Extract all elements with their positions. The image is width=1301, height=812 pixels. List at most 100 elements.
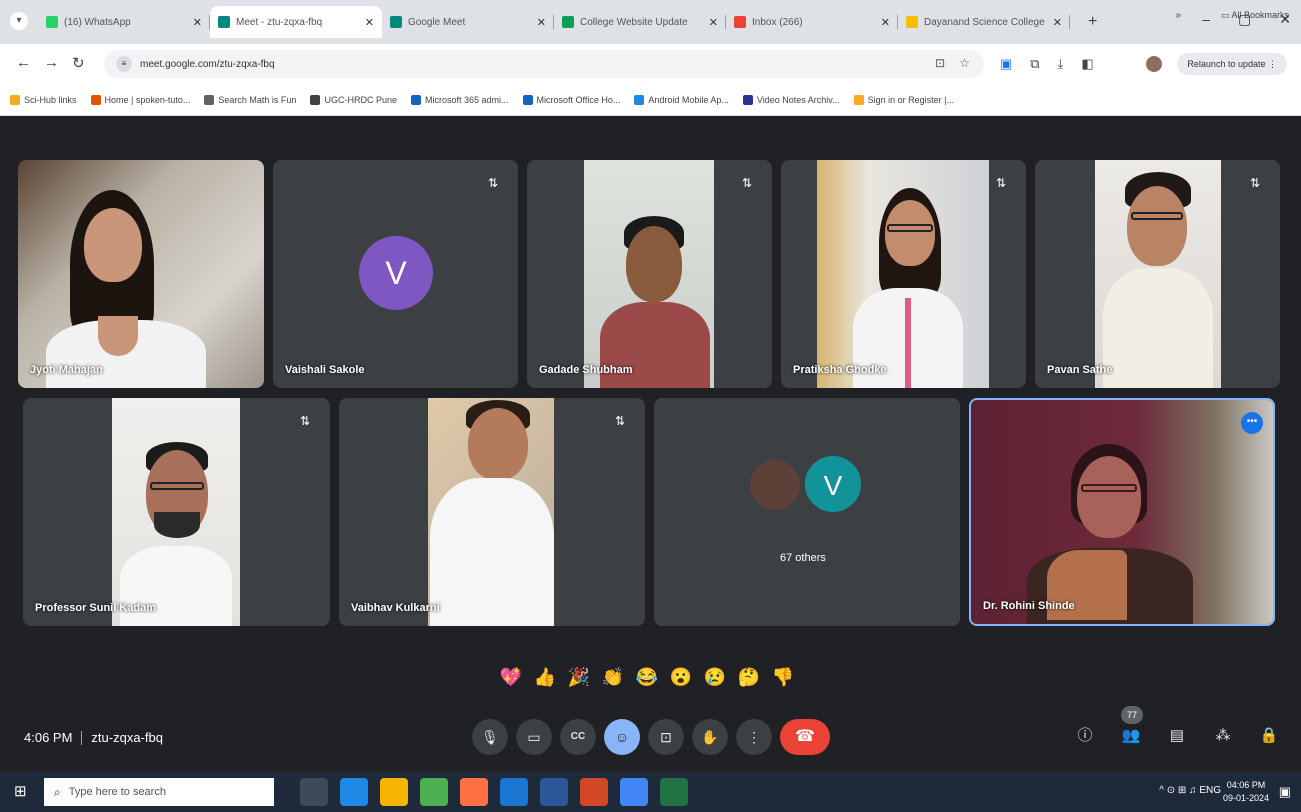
bookmark-item[interactable]: Android Mobile Ap... xyxy=(634,94,729,105)
pin-icon[interactable]: ⇅ xyxy=(488,176,498,190)
camera-button[interactable]: ▭ xyxy=(516,719,552,755)
bookmark-item[interactable]: Home | spoken-tuto... xyxy=(90,94,191,105)
meeting-info: 4:06 PM ztu-zqxa-fbq xyxy=(24,730,163,745)
participant-name: Pavan Sathe xyxy=(1047,364,1113,376)
host-controls-icon[interactable]: 🔒 xyxy=(1257,724,1281,748)
bookmark-favicon xyxy=(310,94,321,105)
taskbar-app-icon[interactable] xyxy=(420,778,448,806)
taskbar-clock[interactable]: 04:06 PM 09-01-2024 xyxy=(1223,779,1269,805)
taskbar-app-icon[interactable] xyxy=(340,778,368,806)
bookmark-star-icon[interactable]: ☆ xyxy=(959,56,970,70)
taskbar-app-icon[interactable] xyxy=(300,778,328,806)
bookmark-item[interactable]: Video Notes Archiv... xyxy=(742,94,840,105)
people-icon[interactable]: 👥 77 xyxy=(1119,706,1143,748)
reactions-button[interactable]: ☺ xyxy=(604,719,640,755)
microphone-button[interactable]: 🎙 xyxy=(472,719,508,755)
taskbar-app-icon[interactable] xyxy=(660,778,688,806)
taskbar-search[interactable]: ⌕ Type here to search xyxy=(44,778,274,806)
raise-hand-button[interactable]: ✋ xyxy=(692,719,728,755)
bookmark-item[interactable]: Search Math is Fun xyxy=(204,94,296,105)
reaction-emoji[interactable]: 😂 xyxy=(634,664,660,690)
present-button[interactable]: ⊡ xyxy=(648,719,684,755)
taskbar-app-icon[interactable] xyxy=(540,778,568,806)
relaunch-button[interactable]: Relaunch to update ⋮ xyxy=(1177,53,1287,75)
participant-tile[interactable]: ⇅ Pavan Sathe xyxy=(1035,160,1280,388)
tab-close-icon[interactable]: ✕ xyxy=(881,16,890,29)
reaction-emoji[interactable]: 💖 xyxy=(498,664,524,690)
participant-tile[interactable]: ⇅ Pratiksha Ghodke xyxy=(781,160,1026,388)
tab-close-icon[interactable]: ✕ xyxy=(1053,16,1062,29)
participant-figure xyxy=(1027,444,1193,624)
participant-tile[interactable]: ⇅ Vaibhav Kulkarni xyxy=(339,398,645,626)
address-bar[interactable]: ≡ meet.google.com/ztu-zqxa-fbq ⊡ ☆ xyxy=(104,50,984,78)
bookmark-item[interactable]: UGC-HRDC Pune xyxy=(310,94,397,105)
captions-button[interactable]: CC xyxy=(560,719,596,755)
others-tile[interactable]: V 67 others xyxy=(654,398,960,626)
reaction-emoji[interactable]: 👏 xyxy=(600,664,626,690)
system-tray[interactable]: ^ ⊙ ⊞ ♫ ENG xyxy=(1159,785,1221,796)
participant-tile-self[interactable]: ••• Dr. Rohini Shinde xyxy=(969,398,1275,626)
tab-close-icon[interactable]: ✕ xyxy=(365,16,374,29)
activities-icon[interactable]: ⁂ xyxy=(1211,724,1235,748)
tab-close-icon[interactable]: ✕ xyxy=(709,16,718,29)
taskbar-app-icon[interactable] xyxy=(380,778,408,806)
bookmark-item[interactable]: Sci-Hub links xyxy=(10,94,77,105)
participant-tile[interactable]: Jyoti Mahajan xyxy=(18,160,264,388)
participant-tile[interactable]: ⇅ Gadade Shubham xyxy=(527,160,772,388)
windows-start-icon[interactable]: ⊞ xyxy=(14,784,30,800)
browser-tab[interactable]: Meet - ztu-zqxa-fbq ✕ xyxy=(210,6,382,38)
browser-tab[interactable]: Inbox (266) ✕ xyxy=(726,6,898,38)
back-icon[interactable]: ← xyxy=(16,54,31,71)
pin-icon[interactable]: ⇅ xyxy=(615,414,625,428)
all-bookmarks-button[interactable]: ▭ All Bookmarks xyxy=(1221,10,1289,21)
participant-tile[interactable]: V ⇅ Vaishali Sakole xyxy=(273,160,518,388)
bookmark-item[interactable]: Microsoft Office Ho... xyxy=(522,94,620,105)
pin-icon[interactable]: ⇅ xyxy=(1250,176,1260,190)
extension-icon[interactable]: ▣ xyxy=(1000,56,1012,72)
notifications-icon[interactable]: ▣ xyxy=(1279,784,1291,800)
reaction-emoji[interactable]: 😮 xyxy=(668,664,694,690)
browser-tab[interactable]: College Website Update ✕ xyxy=(554,6,726,38)
install-app-icon[interactable]: ⊡ xyxy=(935,56,945,70)
site-info-icon[interactable]: ≡ xyxy=(116,56,132,72)
reaction-emoji[interactable]: 👍 xyxy=(532,664,558,690)
taskbar-app-icon[interactable] xyxy=(620,778,648,806)
extensions-puzzle-icon[interactable]: ⧉ xyxy=(1030,56,1039,72)
tab-close-icon[interactable]: ✕ xyxy=(193,16,202,29)
bookmark-item[interactable]: Microsoft 365 admi... xyxy=(410,94,509,105)
tile-options-button[interactable]: ••• xyxy=(1241,412,1263,434)
taskbar-app-icon[interactable] xyxy=(500,778,528,806)
download-icon[interactable]: ⤓ xyxy=(1058,56,1064,72)
bookmark-label: Home | spoken-tuto... xyxy=(104,94,191,105)
browser-tab[interactable]: Dayanand Science College ✕ xyxy=(898,6,1070,38)
end-call-button[interactable]: ☎ xyxy=(780,719,830,755)
taskbar-time: 04:06 PM xyxy=(1226,780,1266,790)
minimize-icon[interactable]: – xyxy=(1202,11,1210,28)
reaction-emoji[interactable]: 👎 xyxy=(770,664,796,690)
taskbar-app-icon[interactable] xyxy=(460,778,488,806)
meeting-details-icon[interactable]: ⓘ xyxy=(1073,724,1097,748)
taskbar-app-icon[interactable] xyxy=(580,778,608,806)
browser-tab[interactable]: Google Meet ✕ xyxy=(382,6,554,38)
more-options-button[interactable]: ⋮ xyxy=(736,719,772,755)
pin-icon[interactable]: ⇅ xyxy=(742,176,752,190)
reaction-emoji[interactable]: 🤔 xyxy=(736,664,762,690)
url-text[interactable]: meet.google.com/ztu-zqxa-fbq xyxy=(140,59,275,70)
bookmark-item[interactable]: Sign in or Register |... xyxy=(853,94,954,105)
reaction-emoji[interactable]: 🎉 xyxy=(566,664,592,690)
pin-icon[interactable]: ⇅ xyxy=(996,176,1006,190)
reaction-emoji[interactable]: 😢 xyxy=(702,664,728,690)
tab-search-icon[interactable]: ▾ xyxy=(10,12,28,30)
profile-avatar[interactable] xyxy=(1146,56,1162,72)
forward-icon[interactable]: → xyxy=(44,54,59,71)
side-panel-icon[interactable]: ◧ xyxy=(1081,56,1093,72)
participant-tile[interactable]: ⇅ Professor Sunil Kadam xyxy=(23,398,330,626)
new-tab-button[interactable]: + xyxy=(1088,13,1097,31)
pin-icon[interactable]: ⇅ xyxy=(300,414,310,428)
tab-title: College Website Update xyxy=(580,16,688,28)
bookmarks-overflow[interactable]: » xyxy=(1175,10,1181,21)
tab-close-icon[interactable]: ✕ xyxy=(537,16,546,29)
browser-tab[interactable]: (16) WhatsApp ✕ xyxy=(38,6,210,38)
chat-icon[interactable]: ▤ xyxy=(1165,724,1189,748)
reload-icon[interactable]: ↻ xyxy=(72,54,85,72)
